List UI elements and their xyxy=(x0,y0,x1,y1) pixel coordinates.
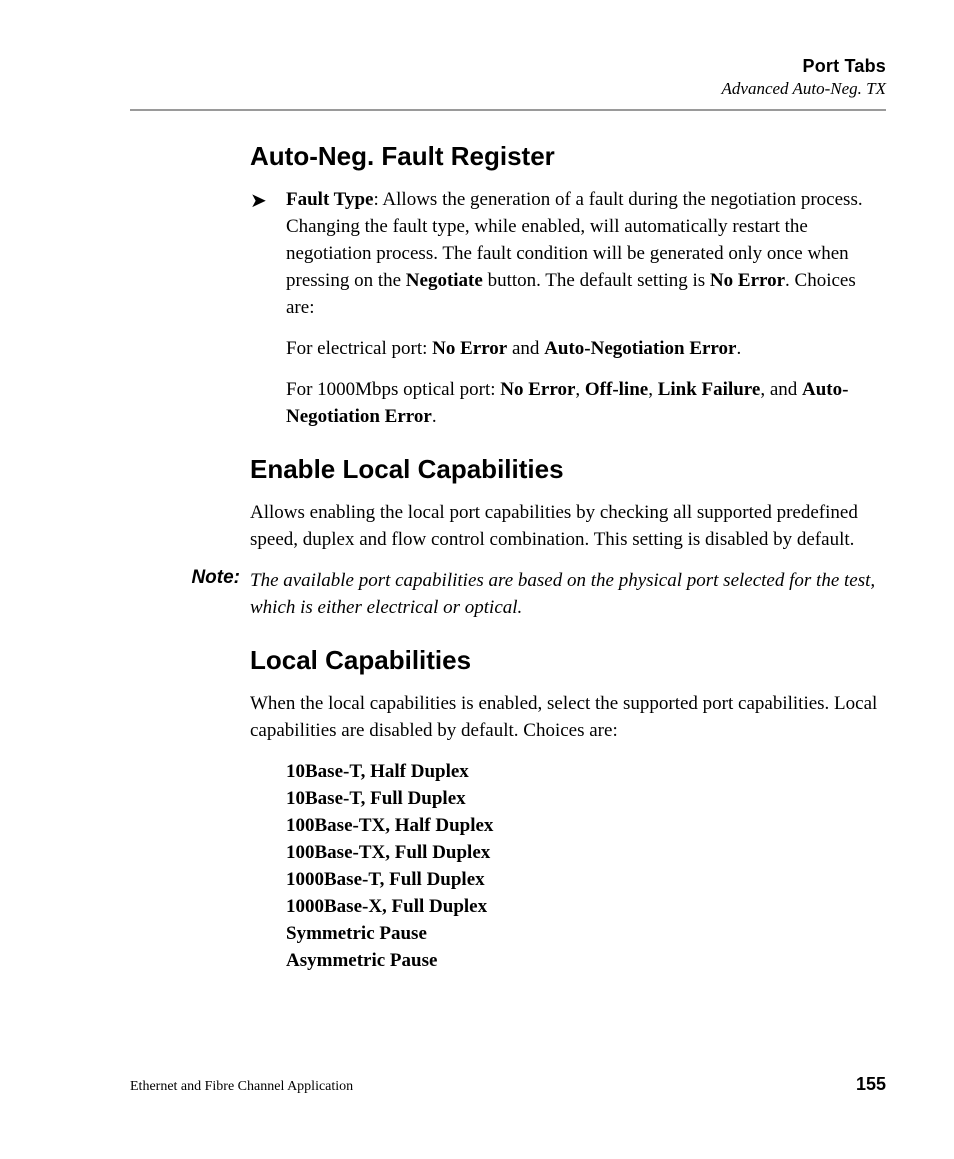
text: For 1000Mbps optical port: xyxy=(286,379,500,400)
fault-type-label: Fault Type xyxy=(286,189,373,210)
arrow-icon: ➤ xyxy=(250,186,286,321)
auto-neg-error-label: Auto-Negotiation Error xyxy=(544,338,736,359)
page: Port Tabs Advanced Auto-Neg. TX Auto-Neg… xyxy=(0,0,954,1159)
list-item: 100Base-TX, Half Duplex xyxy=(286,812,886,839)
section-title: Advanced Auto-Neg. TX xyxy=(130,79,886,99)
text: , xyxy=(648,379,658,400)
text: and xyxy=(507,338,544,359)
list-item: 100Base-TX, Full Duplex xyxy=(286,839,886,866)
note-label: Note: xyxy=(130,567,250,589)
heading-enable-local-capabilities: Enable Local Capabilities xyxy=(250,454,886,485)
no-error-label: No Error xyxy=(500,379,575,400)
bullet-text: Fault Type: Allows the generation of a f… xyxy=(286,186,886,321)
local-capabilities-text: When the local capabilities is enabled, … xyxy=(250,690,886,744)
text: , xyxy=(575,379,585,400)
section-auto-neg-fault: Auto-Neg. Fault Register ➤ Fault Type: A… xyxy=(250,141,886,430)
list-item: Symmetric Pause xyxy=(286,920,886,947)
text: , and xyxy=(760,379,802,400)
text: . xyxy=(736,338,741,359)
list-item: 10Base-T, Full Duplex xyxy=(286,785,886,812)
chapter-title: Port Tabs xyxy=(130,56,886,77)
text: For electrical port: xyxy=(286,338,432,359)
electrical-port-choices: For electrical port: No Error and Auto-N… xyxy=(286,335,886,362)
bullet-fault-type: ➤ Fault Type: Allows the generation of a… xyxy=(250,186,886,321)
no-error-label: No Error xyxy=(432,338,507,359)
capabilities-list: 10Base-T, Half Duplex 10Base-T, Full Dup… xyxy=(286,758,886,974)
heading-auto-neg-fault: Auto-Neg. Fault Register xyxy=(250,141,886,172)
page-footer: Ethernet and Fibre Channel Application 1… xyxy=(130,1074,886,1095)
heading-local-capabilities: Local Capabilities xyxy=(250,645,886,676)
no-error-label: No Error xyxy=(710,270,785,291)
link-failure-label: Link Failure xyxy=(658,379,761,400)
optical-port-choices: For 1000Mbps optical port: No Error, Off… xyxy=(286,376,886,430)
note-block: Note: The available port capabilities ar… xyxy=(130,567,886,621)
enable-local-capabilities-text: Allows enabling the local port capabilit… xyxy=(250,499,886,553)
text: button. The default setting is xyxy=(483,270,710,291)
footer-app-name: Ethernet and Fibre Channel Application xyxy=(130,1079,353,1095)
negotiate-button-name: Negotiate xyxy=(406,270,483,291)
list-item: 1000Base-T, Full Duplex xyxy=(286,866,886,893)
list-item: 1000Base-X, Full Duplex xyxy=(286,893,886,920)
text: . xyxy=(432,406,437,427)
list-item: Asymmetric Pause xyxy=(286,947,886,974)
header-rule xyxy=(130,109,886,111)
page-number: 155 xyxy=(856,1074,886,1095)
list-item: 10Base-T, Half Duplex xyxy=(286,758,886,785)
off-line-label: Off-line xyxy=(585,379,648,400)
section-enable-local-capabilities: Enable Local Capabilities Allows enablin… xyxy=(250,454,886,553)
note-text: The available port capabilities are base… xyxy=(250,567,886,621)
running-head: Port Tabs Advanced Auto-Neg. TX xyxy=(130,56,886,99)
section-local-capabilities: Local Capabilities When the local capabi… xyxy=(250,645,886,974)
